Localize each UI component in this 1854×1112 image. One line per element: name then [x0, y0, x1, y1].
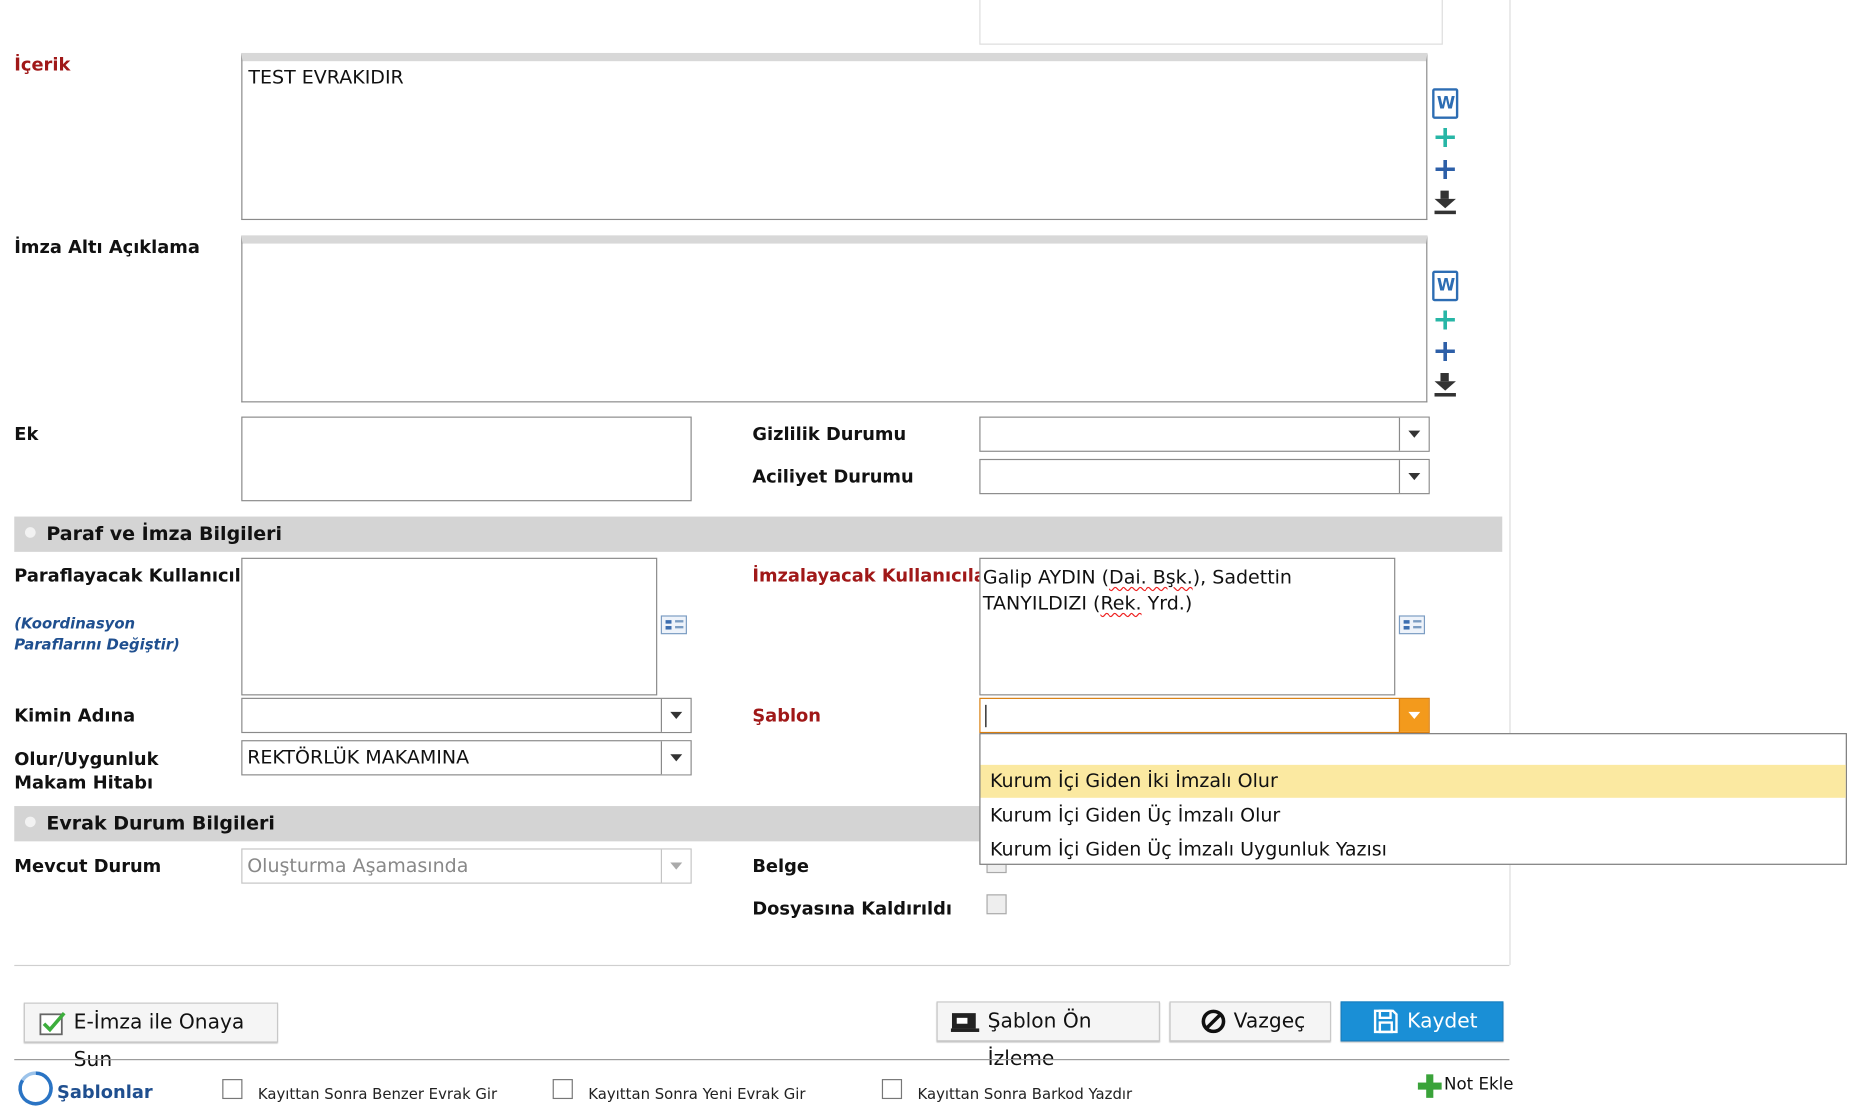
imzalayacak-text: TANYILDIZI ( [982, 591, 1101, 615]
imza-alti-tools: + + [1429, 267, 1465, 402]
barkod-label: Kayıttan Sonra Barkod Yazdır [917, 1084, 1133, 1103]
sablon-option[interactable]: Kurum İçi Giden Üç İmzalı Uygunluk Yazıs… [981, 833, 1846, 866]
vazgec-button[interactable]: Vazgeç [1169, 1001, 1332, 1042]
paraf-section-header[interactable]: Paraf ve İmza Bilgileri [14, 516, 1503, 552]
sablon-option[interactable]: Kurum İçi Giden İki İmzalı Olur [980, 764, 1846, 798]
collapse-dot-icon [24, 816, 36, 828]
mevcut-durum-value: Oluşturma Aşamasında [247, 854, 469, 877]
imzalayacak-text: Dai. Bşk. [1109, 565, 1193, 589]
footer-divider [14, 1059, 1510, 1061]
benzer-evrak-label: Kayıttan Sonra Benzer Evrak Gir [257, 1084, 498, 1103]
olur-label: Olur/Uygunluk Makam Hitabı [14, 748, 159, 794]
mevcut-durum-label: Mevcut Durum [14, 855, 162, 877]
download-icon[interactable] [1434, 190, 1456, 215]
olur-value: REKTÖRLÜK MAKAMINA [247, 746, 470, 769]
chevron-down-icon[interactable] [1398, 698, 1429, 732]
imzalayacak-label: İmzalayacak Kullanıcılar [752, 564, 995, 586]
imzalayacak-field[interactable]: Galip AYDIN (Dai. Bşk.), Sadettin TANYIL… [979, 557, 1396, 696]
imzalayacak-line-1: Galip AYDIN (Dai. Bşk.), Sadettin [983, 565, 1392, 591]
ek-label: Ek [14, 423, 39, 445]
koordinasyon-link[interactable]: (Koordinasyon Paraflarını Değiştir) [14, 613, 222, 655]
chevron-down-icon[interactable] [660, 741, 691, 775]
sablonlar-label: Şablonlar [57, 1081, 153, 1103]
imza-alti-label: İmza Altı Açıklama [14, 236, 200, 258]
icerik-tools: + + [1429, 85, 1465, 220]
paraf-section-title: Paraf ve İmza Bilgileri [46, 522, 283, 545]
icerik-label: İçerik [14, 54, 71, 76]
icerik-textarea[interactable]: TEST EVRAKIDIR [241, 52, 1428, 221]
gizlilik-select[interactable] [979, 416, 1430, 452]
add-teal-icon[interactable]: + [1429, 304, 1462, 337]
ek-field[interactable] [241, 416, 692, 502]
collapse-dot-icon [24, 527, 36, 538]
plus-green-icon [1417, 1074, 1442, 1098]
olur-select[interactable]: REKTÖRLÜK MAKAMINA [241, 740, 692, 776]
word-doc-icon[interactable] [1432, 270, 1459, 302]
imzalayacak-text: ), Sadettin [1192, 565, 1292, 589]
sablon-onizleme-button[interactable]: Şablon Ön İzleme [936, 1001, 1160, 1071]
imzalayacak-text: Galip AYDIN ( [982, 565, 1110, 589]
vazgec-label: Vazgeç [1233, 1009, 1306, 1034]
chevron-down-icon[interactable] [660, 698, 691, 732]
barkod-checkbox[interactable] [881, 1079, 903, 1100]
list-picker-icon[interactable] [660, 615, 687, 635]
kimin-adina-label: Kimin Adına [14, 704, 136, 727]
chevron-down-icon[interactable] [1398, 460, 1429, 494]
yeni-evrak-label: Kayıttan Sonra Yeni Evrak Gir [588, 1084, 806, 1103]
imzalayacak-text: Yrd.) [1141, 591, 1193, 615]
top-partial-field [979, 0, 1443, 45]
chevron-down-icon[interactable] [1398, 417, 1429, 451]
add-teal-icon[interactable]: + [1429, 121, 1462, 154]
eimza-onaya-sun-button[interactable]: E-İmza ile Onaya Sun [23, 1002, 279, 1072]
sablon-label: Şablon [752, 704, 822, 727]
not-ekle-label: Not Ekle [1444, 1075, 1514, 1095]
belge-label: Belge [752, 855, 809, 877]
paraflayacak-label: Paraflayacak Kullanıcılar [14, 564, 262, 586]
kaydet-button[interactable]: Kaydet [1340, 1001, 1504, 1042]
sablon-onizleme-label: Şablon Ön İzleme [987, 1009, 1092, 1071]
word-doc-icon[interactable] [1432, 88, 1459, 119]
evrak-section-title: Evrak Durum Bilgileri [46, 811, 275, 835]
list-picker-icon[interactable] [1398, 615, 1426, 635]
refresh-icon [18, 1071, 53, 1106]
edit-check-icon [39, 1011, 66, 1036]
imzalayacak-line-2: TANYILDIZI (Rek. Yrd.) [983, 591, 1392, 617]
kimin-adina-select[interactable] [241, 697, 692, 734]
gizlilik-label: Gizlilik Durumu [752, 423, 907, 445]
download-icon[interactable] [1434, 373, 1456, 397]
sablon-select[interactable] [979, 697, 1430, 734]
imzalayacak-text: Rek. [1100, 591, 1142, 615]
text-caret [985, 704, 987, 728]
dosyasina-checkbox[interactable] [986, 894, 1007, 915]
chevron-down-icon [660, 849, 691, 883]
mevcut-durum-select: Oluşturma Aşamasında [241, 848, 692, 884]
form-bottom-divider [14, 964, 1510, 967]
eimza-button-label: E-İmza ile Onaya Sun [73, 1010, 245, 1072]
sablon-option[interactable]: Kurum İçi Giden Üç İmzalı Olur [981, 799, 1846, 832]
imza-alti-textarea[interactable] [241, 235, 1428, 403]
cancel-icon [1201, 1009, 1226, 1034]
aciliyet-select[interactable] [979, 458, 1430, 495]
yeni-evrak-checkbox[interactable] [552, 1079, 573, 1100]
add-blue-icon[interactable]: + [1429, 335, 1462, 368]
add-blue-icon[interactable]: + [1429, 153, 1462, 186]
benzer-evrak-checkbox[interactable] [222, 1079, 243, 1100]
dosyasina-label: Dosyasına Kaldırıldı [752, 897, 953, 920]
sablon-dropdown-list: Kurum İçi Giden İki İmzalı Olur Kurum İç… [979, 733, 1847, 865]
screen-icon [950, 1013, 980, 1032]
aciliyet-label: Aciliyet Durumu [752, 465, 914, 488]
kaydet-label: Kaydet [1407, 1009, 1478, 1034]
save-icon [1373, 1009, 1398, 1034]
paraflayacak-field[interactable] [241, 557, 658, 696]
